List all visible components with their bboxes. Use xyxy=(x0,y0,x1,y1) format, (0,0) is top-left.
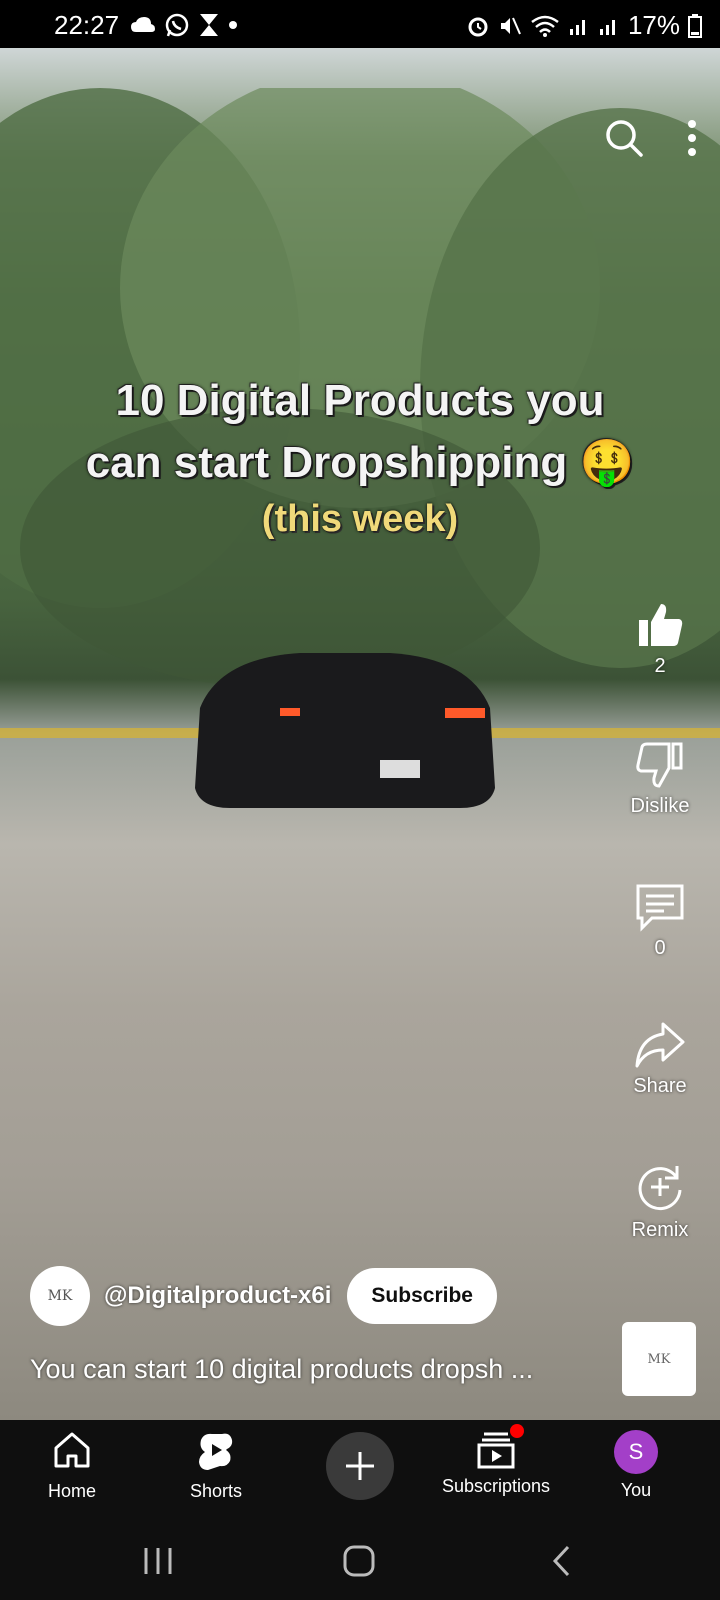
dislike-label: Dislike xyxy=(630,795,690,817)
more-options-icon[interactable] xyxy=(686,118,698,158)
mute-icon xyxy=(500,17,521,34)
battery-icon xyxy=(688,13,702,38)
nav-home[interactable]: Home xyxy=(12,1430,132,1502)
remix-icon xyxy=(638,1166,682,1211)
battery-percent: 17% xyxy=(627,10,680,40)
dislike-button[interactable]: Dislike xyxy=(606,740,714,818)
whatsapp-icon xyxy=(165,13,189,37)
overlay-line-3: (this week) xyxy=(261,498,459,540)
channel-avatar[interactable]: MK xyxy=(30,1266,90,1326)
create-button[interactable] xyxy=(326,1432,394,1500)
subscriptions-icon xyxy=(477,1432,515,1469)
status-left-icons xyxy=(130,12,238,38)
nav-home-label: Home xyxy=(47,1481,96,1501)
remix-label: Remix xyxy=(631,1219,689,1241)
overlay-line-2: can start Dropshipping 🤑 xyxy=(85,438,635,487)
nav-you-label: You xyxy=(620,1480,652,1500)
dot-icon xyxy=(229,21,237,29)
subscribe-button[interactable]: Subscribe xyxy=(347,1268,497,1324)
top-actions xyxy=(604,118,698,158)
home-button-icon[interactable] xyxy=(342,1544,376,1578)
wifi-icon xyxy=(531,15,559,37)
nav-subscriptions-label: Subscriptions xyxy=(441,1476,551,1496)
comment-icon xyxy=(636,884,684,932)
status-time: 22:27 xyxy=(54,10,120,40)
signal-icon xyxy=(569,19,585,35)
search-icon[interactable] xyxy=(604,118,644,158)
notification-dot xyxy=(510,1424,524,1438)
status-bar: 22:27 17% xyxy=(0,0,720,48)
signal-icon-2 xyxy=(599,19,615,35)
video-title[interactable]: You can start 10 digital products dropsh… xyxy=(30,1354,533,1385)
alarm-icon xyxy=(468,17,488,36)
remix-button[interactable]: Remix xyxy=(606,1160,714,1242)
share-label: Share xyxy=(633,1075,687,1097)
bottom-nav: Home Shorts Subscriptions S You xyxy=(0,1420,720,1524)
overlay-line-1: 10 Digital Products you xyxy=(115,376,605,425)
thumbs-up-icon xyxy=(639,604,683,646)
comment-count: 0 xyxy=(654,937,666,959)
comments-button[interactable]: 0 xyxy=(606,880,714,960)
video-overlay-title: 10 Digital Products you can start Dropsh… xyxy=(0,370,720,494)
back-icon[interactable] xyxy=(550,1544,574,1578)
share-icon xyxy=(635,1022,685,1068)
channel-handle[interactable]: @Digitalproduct-x6i xyxy=(104,1282,331,1310)
hourglass-icon xyxy=(200,14,218,36)
channel-row: MK @Digitalproduct-x6i Subscribe xyxy=(30,1266,497,1326)
system-nav-bar xyxy=(0,1524,720,1600)
status-right-icons: 17% xyxy=(466,10,702,41)
nav-shorts[interactable]: Shorts xyxy=(156,1430,276,1502)
sound-thumbnail[interactable]: MK xyxy=(622,1322,696,1396)
home-icon xyxy=(54,1432,90,1468)
nav-you[interactable]: S You xyxy=(576,1430,696,1501)
shorts-icon xyxy=(199,1433,233,1470)
thumbs-down-icon xyxy=(636,742,683,788)
you-avatar: S xyxy=(614,1430,658,1474)
like-count: 2 xyxy=(654,655,666,677)
cloud-icon xyxy=(131,17,155,32)
nav-subscriptions[interactable]: Subscriptions xyxy=(436,1424,556,1497)
nav-shorts-label: Shorts xyxy=(189,1481,243,1501)
plus-icon xyxy=(346,1452,374,1480)
like-button[interactable]: 2 xyxy=(606,600,714,678)
share-button[interactable]: Share xyxy=(606,1020,714,1098)
recent-apps-icon[interactable] xyxy=(142,1546,174,1576)
car-image xyxy=(195,653,495,808)
